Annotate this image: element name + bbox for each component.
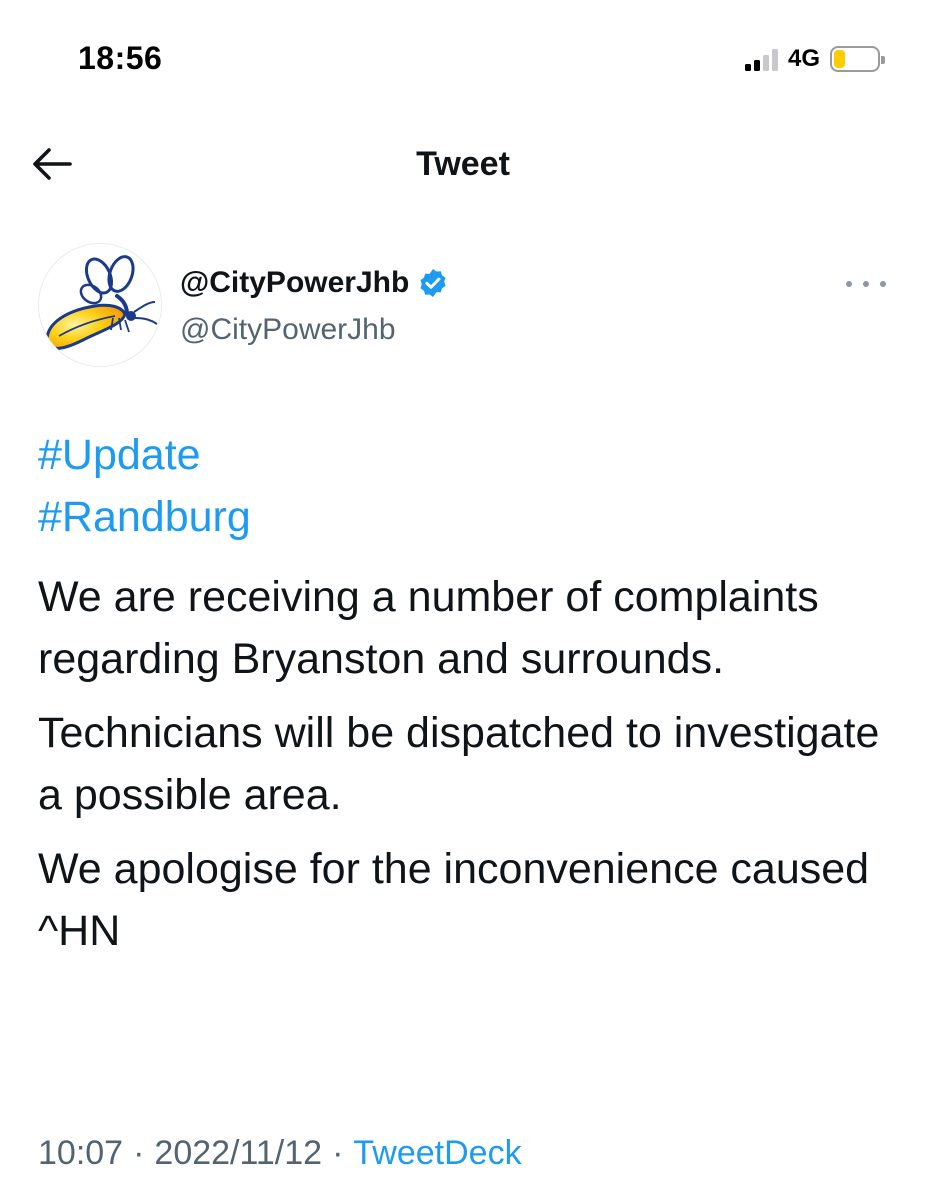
more-horizontal-icon [846,281,852,287]
tweet-paragraph: We are receiving a number of complaints … [38,573,819,683]
city-power-firefly-logo [45,255,158,350]
hashtag-link[interactable]: #Randburg [38,486,898,548]
cellular-signal-icon [744,47,778,71]
tweet-time: 10:07 [38,1134,124,1172]
meta-separator: · [133,1134,145,1172]
display-name-row: @CityPowerJhb [180,266,449,300]
tweet-date: 2022/11/12 [154,1134,323,1172]
tweet-source-link[interactable]: TweetDeck [353,1134,521,1173]
verified-badge-icon [420,269,446,297]
status-indicators: 4G [744,44,885,74]
display-name[interactable]: @CityPowerJhb [180,266,409,300]
avatar[interactable] [38,243,162,367]
tweet-text: #Update #Randburg We are receiving a num… [38,424,898,962]
meta-separator: · [332,1134,344,1172]
tweet-paragraph: Technicians will be dispatched to invest… [38,709,880,819]
user-handle[interactable]: @CityPowerJhb [180,313,396,347]
more-options-button[interactable] [846,274,886,294]
network-type: 4G [787,45,820,72]
tweet-detail-screen: 18:56 4G Tweet @CityPowerJhb @CityPowerJ… [0,0,926,1200]
page-title: Tweet [416,145,510,183]
hashtag-link[interactable]: #Update [38,424,898,486]
tweet-paragraph: We apologise for the inconvenience cause… [38,845,870,955]
status-time: 18:56 [78,40,163,76]
battery-icon [830,46,885,72]
tweet-meta: 10:07 · 2022/11/12 · TweetDeck [38,1134,522,1173]
